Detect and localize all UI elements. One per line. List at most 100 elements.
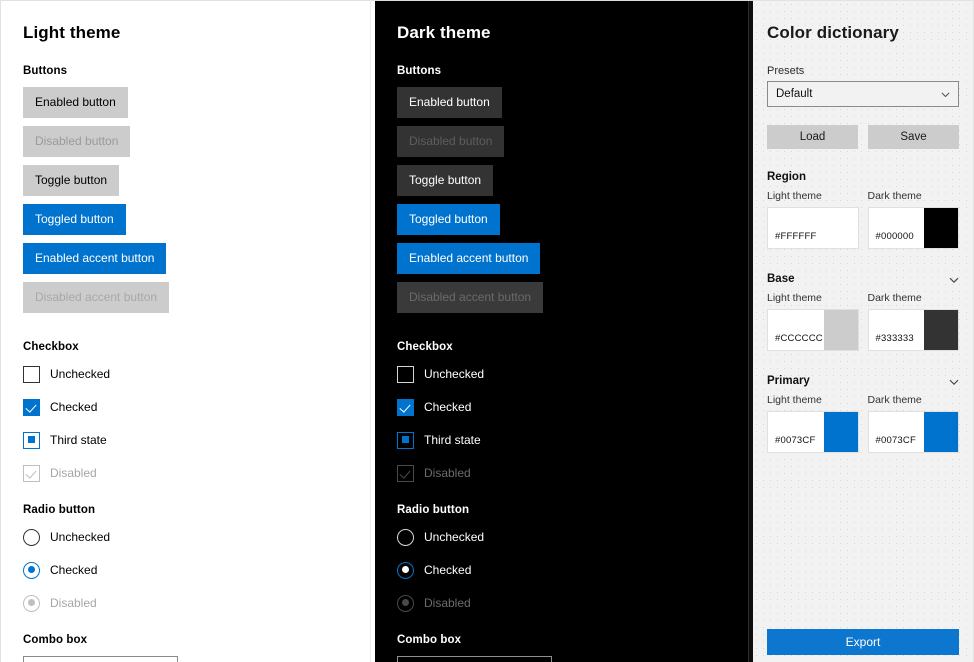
region-dark-hex[interactable]: #000000 <box>869 208 925 248</box>
column-dark-label: Dark theme <box>868 394 960 406</box>
dark-checkbox-unchecked[interactable]: Unchecked <box>397 363 753 385</box>
checkbox-checked-icon[interactable] <box>23 399 40 416</box>
radio-unchecked-icon[interactable] <box>397 529 414 546</box>
load-button[interactable]: Load <box>767 125 858 149</box>
color-dictionary-title: Color dictionary <box>767 23 959 43</box>
color-group-base-header[interactable]: Base <box>767 273 959 285</box>
option-label: Disabled <box>424 466 471 480</box>
radio-checked-icon[interactable] <box>397 562 414 579</box>
light-buttons-label: Buttons <box>23 65 375 77</box>
radio-disabled-icon <box>397 595 414 612</box>
light-radio-checked[interactable]: Checked <box>23 559 375 581</box>
chevron-down-icon[interactable] <box>948 376 959 387</box>
option-label: Checked <box>424 400 471 414</box>
light-combo-label: Combo box <box>23 634 375 646</box>
checkbox-unchecked-icon[interactable] <box>397 366 414 383</box>
dark-enabled-accent-button[interactable]: Enabled accent button <box>397 243 540 274</box>
dark-radio-group: Radio button Unchecked Checked Disabled <box>397 504 753 614</box>
dark-theme-panel: Dark theme Buttons Enabled button Disabl… <box>375 0 753 662</box>
light-disabled-accent-button: Disabled accent button <box>23 282 169 313</box>
dark-checkbox-third-state[interactable]: Third state <box>397 429 753 451</box>
primary-dark-hex[interactable]: #0073CF <box>869 412 925 452</box>
light-checkbox-group: Checkbox Unchecked Checked Third state D… <box>23 341 375 484</box>
dark-combo-box[interactable]: Item 1 <box>397 656 552 662</box>
option-label: Disabled <box>50 466 97 480</box>
radio-disabled-icon <box>23 595 40 612</box>
dark-checkbox-label: Checkbox <box>397 341 753 353</box>
base-dark-color-chip[interactable] <box>924 310 958 350</box>
light-toggled-button[interactable]: Toggled button <box>23 204 126 235</box>
dark-disabled-button: Disabled button <box>397 126 504 157</box>
color-group-region-header[interactable]: Region <box>767 171 959 183</box>
option-label: Unchecked <box>50 530 110 544</box>
dark-radio-label: Radio button <box>397 504 753 516</box>
column-dark-label: Dark theme <box>868 292 960 304</box>
dark-theme-title: Dark theme <box>397 23 753 43</box>
primary-dark-column: Dark theme #0073CF <box>868 394 960 453</box>
light-checkbox-label: Checkbox <box>23 341 375 353</box>
light-radio-disabled: Disabled <box>23 592 375 614</box>
base-dark-hex[interactable]: #333333 <box>869 310 925 350</box>
light-combo-box[interactable]: Item 1 <box>23 656 178 662</box>
dark-checkbox-disabled: Disabled <box>397 462 753 484</box>
base-dark-swatch-field[interactable]: #333333 <box>868 309 960 351</box>
save-button[interactable]: Save <box>868 125 959 149</box>
base-light-color-chip[interactable] <box>824 310 858 350</box>
light-checkbox-third-state[interactable]: Third state <box>23 429 375 451</box>
option-label: Disabled <box>50 596 97 610</box>
dark-checkbox-checked[interactable]: Checked <box>397 396 753 418</box>
dark-combo-label: Combo box <box>397 634 753 646</box>
light-enabled-button[interactable]: Enabled button <box>23 87 128 118</box>
light-disabled-button: Disabled button <box>23 126 130 157</box>
option-label: Checked <box>50 400 97 414</box>
base-light-swatch-field[interactable]: #CCCCCC <box>767 309 859 351</box>
option-label: Checked <box>50 563 97 577</box>
color-group-primary-header[interactable]: Primary <box>767 375 959 387</box>
region-dark-swatch-field[interactable]: #000000 <box>868 207 960 249</box>
color-group-title: Base <box>767 273 795 285</box>
dark-radio-checked[interactable]: Checked <box>397 559 753 581</box>
radio-unchecked-icon[interactable] <box>23 529 40 546</box>
option-label: Third state <box>424 433 481 447</box>
color-group-base: Base Light theme #CCCCCC <box>767 273 959 351</box>
light-radio-unchecked[interactable]: Unchecked <box>23 526 375 548</box>
column-light-label: Light theme <box>767 292 859 304</box>
light-radio-group: Radio button Unchecked Checked Disabled <box>23 504 375 614</box>
primary-light-hex[interactable]: #0073CF <box>768 412 824 452</box>
option-label: Unchecked <box>50 367 110 381</box>
region-dark-color-chip[interactable] <box>924 208 958 248</box>
dark-enabled-button[interactable]: Enabled button <box>397 87 502 118</box>
checkbox-indeterminate-icon[interactable] <box>23 432 40 449</box>
option-label: Third state <box>50 433 107 447</box>
checkbox-unchecked-icon[interactable] <box>23 366 40 383</box>
light-enabled-accent-button[interactable]: Enabled accent button <box>23 243 166 274</box>
primary-dark-swatch-field[interactable]: #0073CF <box>868 411 960 453</box>
base-light-hex[interactable]: #CCCCCC <box>768 310 824 350</box>
chevron-down-icon[interactable] <box>948 274 959 285</box>
radio-checked-icon[interactable] <box>23 562 40 579</box>
dark-toggle-button[interactable]: Toggle button <box>397 165 493 196</box>
region-light-hex[interactable]: #FFFFFF <box>768 208 824 248</box>
light-checkbox-checked[interactable]: Checked <box>23 396 375 418</box>
primary-light-color-chip[interactable] <box>824 412 858 452</box>
color-group-region: Region Light theme #FFFFFF Dark theme #0… <box>767 171 959 249</box>
color-group-title: Primary <box>767 375 810 387</box>
dark-checkbox-group: Checkbox Unchecked Checked Third state D… <box>397 341 753 484</box>
color-group-title: Region <box>767 171 806 183</box>
region-light-color-chip[interactable] <box>824 208 858 248</box>
primary-dark-color-chip[interactable] <box>924 412 958 452</box>
region-dark-column: Dark theme #000000 <box>868 190 960 249</box>
dark-radio-disabled: Disabled <box>397 592 753 614</box>
dark-radio-unchecked[interactable]: Unchecked <box>397 526 753 548</box>
export-button[interactable]: Export <box>767 629 959 655</box>
primary-light-swatch-field[interactable]: #0073CF <box>767 411 859 453</box>
checkbox-indeterminate-icon[interactable] <box>397 432 414 449</box>
option-label: Checked <box>424 563 471 577</box>
light-checkbox-unchecked[interactable]: Unchecked <box>23 363 375 385</box>
light-toggle-button[interactable]: Toggle button <box>23 165 119 196</box>
dark-toggled-button[interactable]: Toggled button <box>397 204 500 235</box>
light-radio-label: Radio button <box>23 504 375 516</box>
checkbox-checked-icon[interactable] <box>397 399 414 416</box>
presets-dropdown[interactable]: Default <box>767 81 959 107</box>
region-light-swatch-field[interactable]: #FFFFFF <box>767 207 859 249</box>
